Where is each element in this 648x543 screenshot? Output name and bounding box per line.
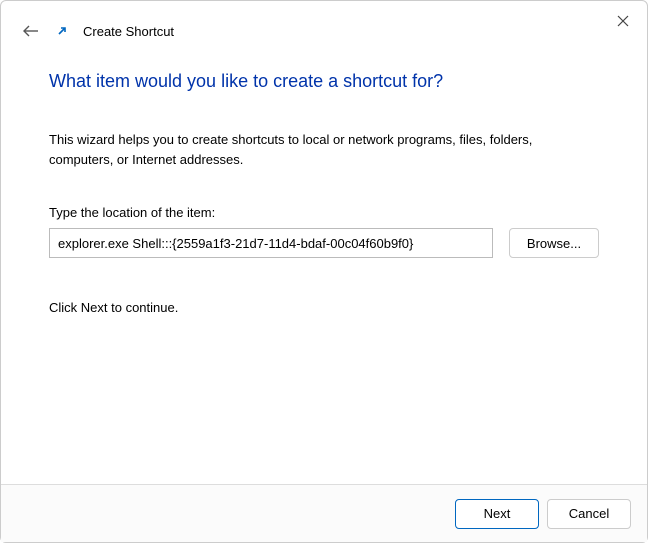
wizard-description: This wizard helps you to create shortcut… bbox=[49, 130, 599, 169]
back-arrow-icon[interactable] bbox=[21, 21, 41, 41]
wizard-header: Create Shortcut bbox=[1, 1, 647, 51]
location-input-label: Type the location of the item: bbox=[49, 205, 599, 220]
shortcut-icon bbox=[55, 24, 69, 38]
cancel-button[interactable]: Cancel bbox=[547, 499, 631, 529]
wizard-title: Create Shortcut bbox=[83, 24, 174, 39]
next-button[interactable]: Next bbox=[455, 499, 539, 529]
close-icon[interactable] bbox=[615, 13, 631, 29]
continue-hint: Click Next to continue. bbox=[49, 300, 599, 315]
page-heading: What item would you like to create a sho… bbox=[49, 71, 599, 92]
location-input[interactable] bbox=[49, 228, 493, 258]
input-row: Browse... bbox=[49, 228, 599, 258]
wizard-footer: Next Cancel bbox=[1, 484, 647, 542]
wizard-content: What item would you like to create a sho… bbox=[1, 51, 647, 315]
browse-button[interactable]: Browse... bbox=[509, 228, 599, 258]
